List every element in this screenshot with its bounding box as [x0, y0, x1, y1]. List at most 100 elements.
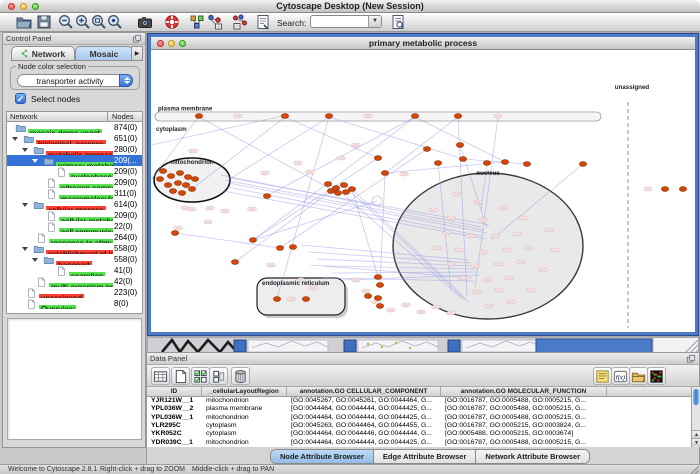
tree-row[interactable]: nucleobase-209(0)	[7, 166, 142, 177]
tree-row[interactable]: cell communicat22(0)	[7, 221, 142, 232]
delete-trash-icon[interactable]	[231, 367, 250, 385]
graph-node[interactable]	[381, 171, 388, 176]
graph-node[interactable]	[231, 260, 238, 265]
attribute-table-body[interactable]: YJR121W__1mitochondrion[GO:0045267, GO:0…	[147, 397, 691, 447]
search-input[interactable]	[312, 16, 367, 27]
unselect-attributes-icon[interactable]	[209, 367, 228, 385]
function-fx-icon[interactable]: f(x)	[611, 367, 630, 385]
graph-node[interactable]	[523, 162, 530, 167]
open-folder-icon[interactable]	[16, 14, 32, 30]
save-icon[interactable]	[36, 14, 52, 30]
graph-node[interactable]	[325, 114, 332, 119]
select-attributes-icon[interactable]	[191, 367, 210, 385]
zoom-out-icon[interactable]	[58, 14, 74, 30]
graph-node[interactable]	[273, 297, 280, 302]
graph-node[interactable]	[376, 304, 383, 309]
graph-node[interactable]	[661, 187, 668, 192]
node-color-dropdown[interactable]: transporter activity	[17, 74, 133, 87]
graph-node[interactable]	[156, 177, 163, 182]
float-panel-icon[interactable]	[132, 34, 142, 44]
tree-row[interactable]: macromolecule311(0)	[7, 188, 142, 199]
select-nodes-checkbox[interactable]: ✓	[15, 93, 26, 104]
snapshot-camera-icon[interactable]	[137, 14, 153, 30]
attribute-table-icon[interactable]	[151, 367, 170, 385]
minimized-window-icon[interactable]	[344, 340, 356, 352]
column-header[interactable]: annotation.GO MOLECULAR_FUNCTION	[441, 387, 607, 397]
minimized-window-thumbnail[interactable]	[248, 340, 328, 352]
vizmapper-icon[interactable]	[207, 14, 223, 30]
expand-arrow-icon[interactable]	[22, 247, 28, 251]
minimized-window-thumbnail[interactable]	[358, 340, 438, 352]
table-vertical-scrollbar[interactable]: ▲ ▼	[691, 387, 700, 447]
matrix-heatmap-icon[interactable]	[647, 367, 666, 385]
expand-arrow-icon[interactable]	[22, 203, 28, 207]
search-options-icon[interactable]	[390, 14, 406, 30]
graph-node[interactable]	[679, 187, 686, 192]
tree-row[interactable]: biological_process651(0)	[7, 133, 142, 144]
window-titlebar[interactable]: Cytoscape Desktop (New Session)	[0, 0, 700, 13]
graph-node[interactable]	[263, 194, 270, 199]
table-row[interactable]: YKR052Ccytoplasm[GO:0044464, GO:0044446,…	[147, 430, 691, 438]
graph-node[interactable]	[579, 162, 586, 167]
graph-node[interactable]	[376, 283, 383, 288]
graph-node[interactable]	[184, 175, 191, 180]
tree-row[interactable]: metabolic process280(0)	[7, 144, 142, 155]
tree-row[interactable]: response to stimulu264(0)	[7, 232, 142, 243]
tree-row[interactable]: transport558(0)	[7, 254, 142, 265]
tree-row[interactable]: secretion41(0)	[7, 265, 142, 276]
graph-node[interactable]	[327, 189, 334, 194]
graph-node[interactable]	[249, 238, 256, 243]
graph-node[interactable]	[456, 143, 463, 148]
zoom-fit-icon[interactable]	[91, 14, 107, 30]
table-row[interactable]: YDR039C__1mitochondrion[GO:0044464, GO:0…	[147, 439, 691, 447]
network-view-window[interactable]: primary metabolic process plasma membran…	[148, 34, 698, 335]
plugins-lifebuoy-icon[interactable]	[164, 14, 180, 30]
new-attribute-icon[interactable]	[171, 367, 190, 385]
tab-node-attribute-browser[interactable]: Node Attribute Browser	[271, 450, 374, 464]
column-header[interactable]: ID	[147, 387, 202, 397]
tree-row[interactable]: cellular metabo209(0)	[7, 210, 142, 221]
scrollbar-thumb[interactable]	[693, 389, 699, 405]
table-row[interactable]: YPL036W__1mitochondrion[GO:0044464, GO:0…	[147, 414, 691, 422]
graph-node[interactable]	[501, 160, 508, 165]
column-header[interactable]: annotation.GO CELLULAR_COMPONENT	[287, 387, 441, 397]
tree-row[interactable]: mosaic-demo-yeast874(0)	[7, 122, 142, 133]
tab-network[interactable]: Network	[11, 46, 75, 61]
graph-node[interactable]	[374, 156, 381, 161]
tree-row[interactable]: establishment of lo558(0)	[7, 243, 142, 254]
graph-node[interactable]	[334, 191, 341, 196]
table-row[interactable]: YPL036W__2plasma membrane[GO:0044464, GO…	[147, 405, 691, 413]
search-combobox[interactable]: ▼	[310, 15, 382, 28]
tree-row[interactable]: primary metabo209(...	[7, 155, 142, 166]
graph-node[interactable]	[169, 189, 176, 194]
filter-icon[interactable]	[255, 14, 271, 30]
tab-overflow-arrow[interactable]: ▶	[131, 46, 143, 61]
graph-node[interactable]	[289, 245, 296, 250]
tab-network-attribute-browser[interactable]: Network Attribute Browser	[476, 450, 589, 464]
graph-node[interactable]	[191, 177, 198, 182]
tree-row[interactable]: cellular process614(0)	[7, 199, 142, 210]
graph-node[interactable]	[167, 174, 174, 179]
tree-row[interactable]: multi-organism pro42(0)	[7, 276, 142, 287]
graph-node[interactable]	[483, 161, 490, 166]
notes-icon[interactable]	[593, 367, 612, 385]
float-data-panel-icon[interactable]	[686, 354, 696, 364]
vizmapper-alt-icon[interactable]	[232, 14, 248, 30]
graph-node[interactable]	[374, 296, 381, 301]
layout-icon[interactable]	[189, 14, 205, 30]
dropdown-arrows-icon[interactable]	[119, 74, 133, 87]
minimized-window-thumbnail[interactable]	[462, 340, 542, 352]
network-tree[interactable]: mosaic-demo-yeast874(0)biological_proces…	[6, 122, 143, 314]
graph-node[interactable]	[454, 114, 461, 119]
network-canvas[interactable]: plasma membranecytoplasmmitochondrionnuc…	[151, 50, 695, 332]
graph-node[interactable]	[324, 182, 331, 187]
zoom-selected-icon[interactable]	[107, 14, 123, 30]
minimized-window-bar[interactable]	[536, 339, 652, 353]
scroll-up-arrow[interactable]: ▲	[692, 430, 700, 438]
expand-arrow-icon[interactable]	[32, 159, 38, 163]
graph-node[interactable]	[302, 297, 309, 302]
graph-node[interactable]	[164, 183, 171, 188]
expand-arrow-icon[interactable]	[22, 148, 28, 152]
expand-arrow-icon[interactable]	[12, 137, 18, 141]
network-window-titlebar[interactable]: primary metabolic process	[151, 37, 695, 50]
